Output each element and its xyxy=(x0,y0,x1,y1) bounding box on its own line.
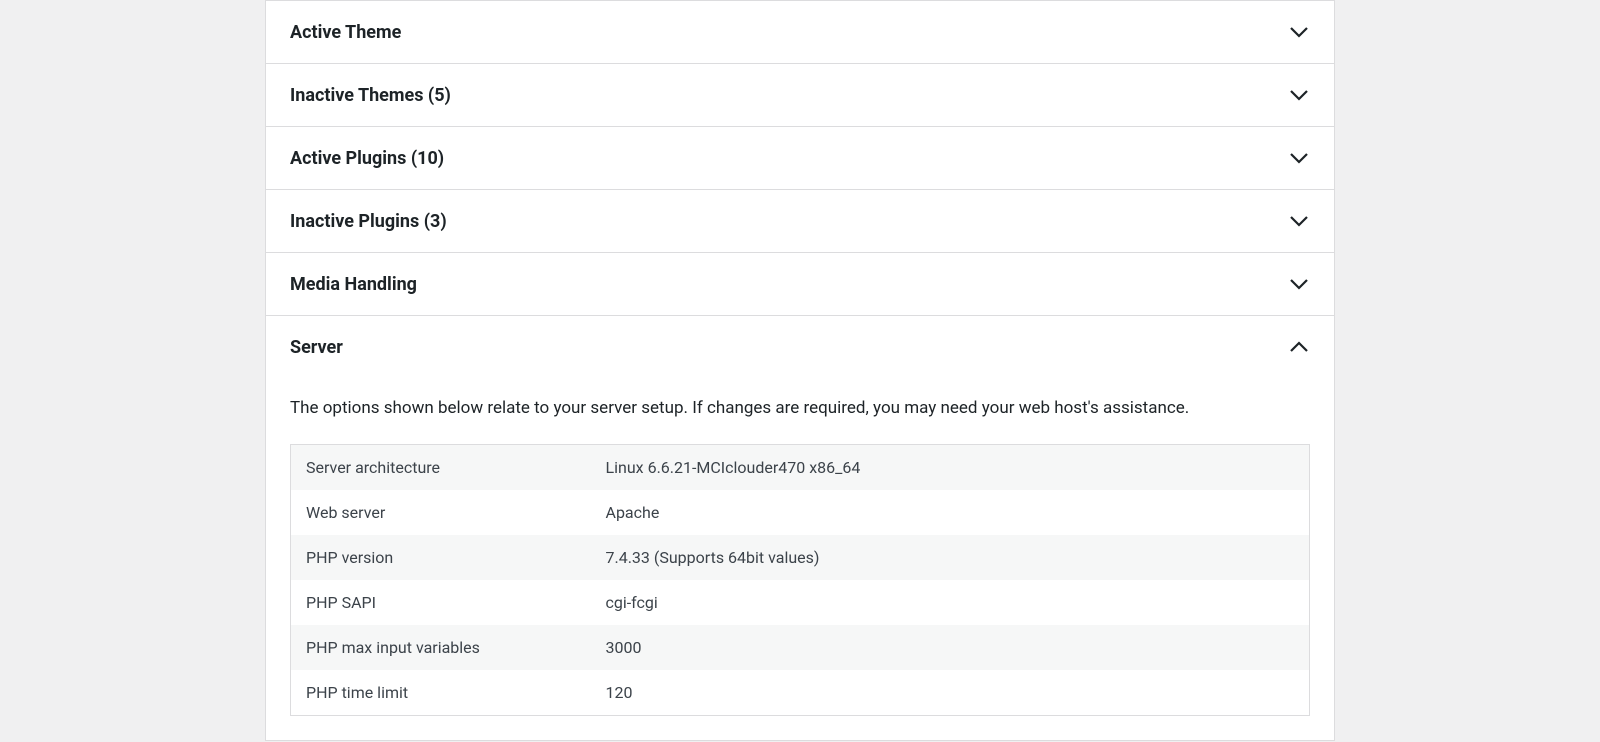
row-label: PHP max input variables xyxy=(291,625,591,670)
server-description: The options shown below relate to your s… xyxy=(290,396,1310,422)
panel-inactive-themes: Inactive Themes (5) xyxy=(265,64,1335,127)
panel-header-active-theme[interactable]: Active Theme xyxy=(266,1,1334,63)
table-row: Server architectureLinux 6.6.21-MCIcloud… xyxy=(291,444,1310,490)
chevron-down-icon xyxy=(1288,147,1310,169)
panel-title: Active Plugins (10) xyxy=(290,148,444,169)
panel-inactive-plugins: Inactive Plugins (3) xyxy=(265,190,1335,253)
panel-title: Server xyxy=(290,337,343,358)
panel-media-handling: Media Handling xyxy=(265,253,1335,316)
row-label: PHP SAPI xyxy=(291,580,591,625)
panel-title: Media Handling xyxy=(290,274,417,295)
server-info-table: Server architectureLinux 6.6.21-MCIcloud… xyxy=(290,444,1310,716)
panel-title: Active Theme xyxy=(290,22,401,43)
row-value: Linux 6.6.21-MCIclouder470 x86_64 xyxy=(591,444,1310,490)
panel-title: Inactive Themes (5) xyxy=(290,85,451,106)
row-value: 3000 xyxy=(591,625,1310,670)
chevron-down-icon xyxy=(1288,21,1310,43)
panel-header-media-handling[interactable]: Media Handling xyxy=(266,253,1334,315)
panel-server: Server The options shown below relate to… xyxy=(265,316,1335,741)
chevron-down-icon xyxy=(1288,210,1310,232)
row-value: 7.4.33 (Supports 64bit values) xyxy=(591,535,1310,580)
chevron-down-icon xyxy=(1288,273,1310,295)
chevron-up-icon xyxy=(1288,336,1310,358)
row-label: PHP version xyxy=(291,535,591,580)
chevron-down-icon xyxy=(1288,84,1310,106)
table-row: Web serverApache xyxy=(291,490,1310,535)
row-value: Apache xyxy=(591,490,1310,535)
panel-header-server[interactable]: Server xyxy=(266,316,1334,378)
table-row: PHP time limit120 xyxy=(291,670,1310,716)
panel-active-plugins: Active Plugins (10) xyxy=(265,127,1335,190)
panel-header-inactive-plugins[interactable]: Inactive Plugins (3) xyxy=(266,190,1334,252)
panel-header-active-plugins[interactable]: Active Plugins (10) xyxy=(266,127,1334,189)
table-row: PHP max input variables3000 xyxy=(291,625,1310,670)
row-value: 120 xyxy=(591,670,1310,716)
site-health-container: Active Theme Inactive Themes (5) Active … xyxy=(265,0,1335,741)
panel-header-inactive-themes[interactable]: Inactive Themes (5) xyxy=(266,64,1334,126)
row-label: Web server xyxy=(291,490,591,535)
panel-title: Inactive Plugins (3) xyxy=(290,211,447,232)
panel-body-server: The options shown below relate to your s… xyxy=(266,396,1334,740)
row-label: PHP time limit xyxy=(291,670,591,716)
table-row: PHP SAPIcgi-fcgi xyxy=(291,580,1310,625)
panel-active-theme: Active Theme xyxy=(265,0,1335,64)
table-row: PHP version7.4.33 (Supports 64bit values… xyxy=(291,535,1310,580)
row-value: cgi-fcgi xyxy=(591,580,1310,625)
row-label: Server architecture xyxy=(291,444,591,490)
